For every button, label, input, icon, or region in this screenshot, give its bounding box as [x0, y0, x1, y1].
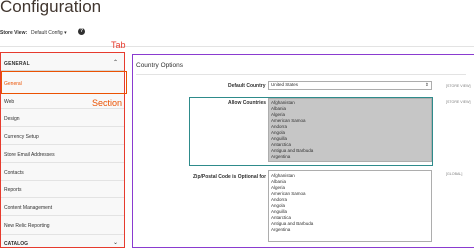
sidebar-item-store-email-addresses[interactable]: Store Email Addresses: [4, 152, 55, 158]
tab-annotation: Tab: [111, 40, 126, 50]
list-item[interactable]: Antigua and Barbuda: [271, 221, 313, 226]
divider: [1, 126, 124, 127]
divider: [1, 108, 124, 109]
list-item[interactable]: Afghanistan: [271, 100, 295, 105]
list-item[interactable]: Anguilla: [271, 136, 287, 141]
divider: [0, 46, 474, 47]
list-item[interactable]: Algeria: [271, 185, 285, 190]
help-icon[interactable]: ?: [78, 28, 85, 35]
sidebar-item-new-relic-reporting[interactable]: New Relic Reporting: [4, 223, 50, 229]
list-item[interactable]: Argentina: [271, 227, 290, 232]
list-item[interactable]: Antarctica: [271, 215, 291, 220]
scope-note: [STORE VIEW]: [446, 84, 471, 88]
chevron-down-icon: ⇕: [425, 82, 429, 87]
list-item[interactable]: Argentina: [271, 154, 290, 159]
sidebar-item-currency-setup[interactable]: Currency Setup: [4, 134, 39, 140]
list-item[interactable]: Albania: [271, 106, 286, 111]
list-item[interactable]: Antigua and Barbuda: [271, 148, 313, 153]
list-item[interactable]: American Samoa: [271, 118, 306, 123]
section-annotation: Section: [92, 98, 123, 108]
list-item[interactable]: Afghanistan: [271, 173, 295, 178]
list-item[interactable]: Algeria: [271, 112, 285, 117]
sidebar-item-web[interactable]: Web: [4, 99, 14, 105]
sidebar-item-content-management[interactable]: Content Management: [4, 205, 52, 211]
list-item[interactable]: Angola: [271, 203, 285, 208]
default-country-label: Default Country: [228, 83, 266, 89]
scope-note: [GLOBAL]: [446, 172, 463, 176]
group-title-country-options[interactable]: Country Options: [136, 62, 183, 69]
divider: [136, 74, 466, 75]
list-item[interactable]: Andorra: [271, 124, 287, 129]
chevron-up-icon: ⌃: [113, 60, 119, 66]
divider: [1, 197, 124, 198]
sidebar-item-design[interactable]: Design: [4, 116, 20, 122]
divider: [1, 144, 124, 145]
sidebar-item-reports[interactable]: Reports: [4, 187, 22, 193]
sidebar-item-contacts[interactable]: Contacts: [4, 170, 24, 176]
scope-switcher[interactable]: Default Config ▾: [31, 30, 67, 36]
page-title: Configuration: [0, 0, 102, 16]
chevron-down-icon: ⌄: [113, 240, 119, 246]
default-country-value: United States: [271, 82, 299, 87]
scope-note: [STORE VIEW]: [446, 100, 471, 104]
list-item[interactable]: Angola: [271, 130, 285, 135]
zip-optional-label: Zip/Postal Code is Optional for: [193, 174, 267, 180]
list-item[interactable]: Albania: [271, 179, 286, 184]
list-item[interactable]: Antarctica: [271, 142, 291, 147]
divider: [1, 215, 124, 216]
list-item[interactable]: Anguilla: [271, 209, 287, 214]
zip-optional-multiselect[interactable]: [268, 170, 432, 242]
chevron-down-icon: ▾: [64, 30, 67, 36]
tab-catalog[interactable]: CATALOG: [4, 241, 28, 247]
divider: [1, 162, 124, 163]
scope-value: Default Config: [31, 30, 63, 36]
list-item[interactable]: American Samoa: [271, 191, 306, 196]
divider: [1, 234, 124, 235]
allow-countries-label: Allow Countries: [228, 100, 267, 106]
list-item[interactable]: Andorra: [271, 197, 287, 202]
divider: [1, 180, 124, 181]
tab-general-label: GENERAL: [4, 61, 30, 67]
sidebar-item-general[interactable]: General: [4, 81, 22, 87]
scope-label: Store View:: [0, 30, 28, 36]
